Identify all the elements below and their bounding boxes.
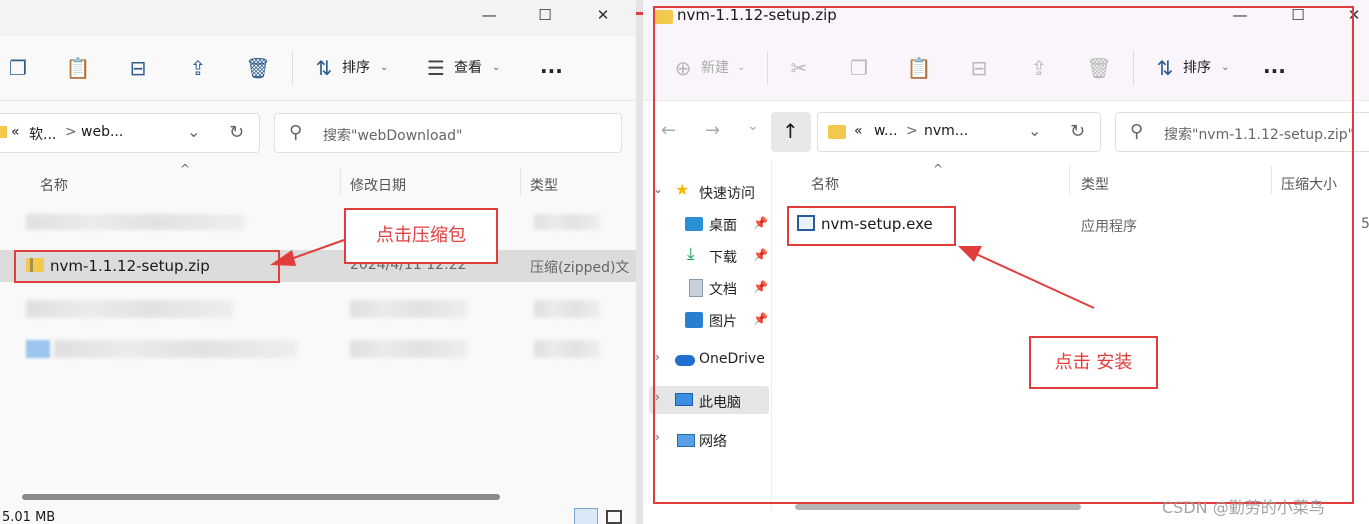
watermark: CSDN @勤劳的小菜鸟 <box>1162 498 1325 517</box>
annotation-arrows <box>270 239 1095 309</box>
arrow-to-zip <box>270 239 345 266</box>
arrow-to-exe <box>958 246 1095 309</box>
